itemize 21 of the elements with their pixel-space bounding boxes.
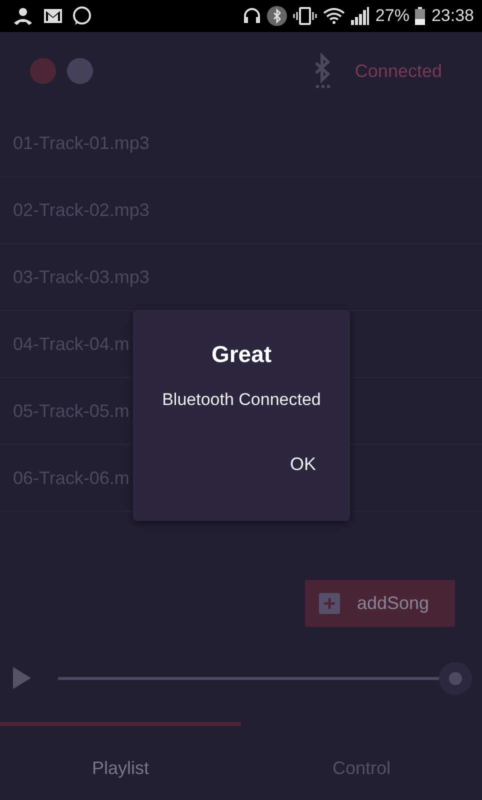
play-icon[interactable] [13, 667, 31, 689]
chat-icon [72, 6, 92, 26]
status-dot[interactable] [67, 58, 93, 84]
mail-icon [43, 8, 63, 24]
wifi-icon [323, 8, 346, 24]
record-dot[interactable] [30, 58, 56, 84]
add-song-button[interactable]: addSong [305, 580, 455, 627]
tab[interactable]: Playlist [0, 722, 241, 800]
vibrate-icon [293, 7, 318, 25]
bluetooth-icon [267, 6, 288, 26]
connection-status: Connected [354, 60, 442, 82]
missed-call-icon [12, 6, 34, 26]
dialog-title: Great [211, 341, 272, 368]
clock: 23:38 [431, 6, 474, 26]
signal-icon [351, 7, 370, 25]
battery-percent: 27% [375, 6, 410, 26]
plus-icon [319, 593, 340, 614]
ok-button[interactable]: OK [284, 450, 322, 479]
battery-icon [415, 7, 426, 25]
headset-icon [243, 7, 262, 25]
dialog-message: Bluetooth Connected [162, 390, 321, 410]
